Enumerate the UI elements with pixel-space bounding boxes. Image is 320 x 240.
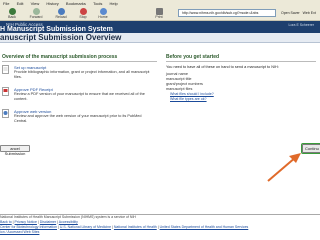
before-you-start-panel: Before you get started You need to have … — [166, 54, 316, 102]
continue-button[interactable]: Continu — [301, 143, 320, 154]
footer-accessed-sites-link[interactable]: ion / Accessed Web Sites — [0, 230, 320, 235]
step-description: Provide bibliographic information, grant… — [14, 70, 150, 79]
menu-file[interactable]: File — [0, 1, 12, 6]
address-bar[interactable]: http://www.nihms.nih.gov/db/sub.cgi?mode… — [178, 9, 276, 17]
before-you-start-heading: Before you get started — [166, 54, 316, 62]
web-ext-button[interactable]: Web Ext — [302, 11, 317, 15]
menu-tools[interactable]: Tools — [90, 1, 105, 6]
forward-arrow-icon — [32, 8, 40, 15]
help-link-file-types[interactable]: What file types are ok? — [166, 97, 316, 102]
printer-icon — [155, 8, 163, 15]
cancel-submission-button[interactable]: ancel Submission — [0, 145, 30, 156]
page-footer: National Institutes of Health Manuscript… — [0, 215, 320, 235]
footer-link-accessibility[interactable]: Accessibility — [59, 220, 78, 224]
reload-icon — [57, 8, 65, 15]
menu-edit[interactable]: Edit — [14, 1, 27, 6]
stop-button[interactable]: Stop — [74, 8, 92, 20]
footer-link-privacy[interactable]: Privacy Notice — [15, 220, 37, 224]
stop-icon — [79, 8, 87, 15]
footer-link-nlm[interactable]: U.S. National Library of Medicine — [60, 225, 111, 229]
requirements-intro: You need to have all of these on hand to… — [166, 65, 279, 69]
footer-link-ncbi[interactable]: Center for Biotechnology Information — [0, 225, 57, 229]
nih-banner: NIH Public Access H Manuscript Submissio… — [0, 21, 320, 33]
footer-link-disclaimer[interactable]: Disclaimer — [40, 220, 56, 224]
page-title-bar: anuscript Submission Overview — [0, 33, 320, 43]
menu-view[interactable]: View — [28, 1, 43, 6]
step-description: Review a PDF version of your manuscript … — [14, 92, 145, 101]
footer-link-hhs[interactable]: United States Department of Health and H… — [160, 225, 249, 229]
home-icon — [99, 8, 107, 15]
back-button[interactable]: Back — [2, 8, 22, 20]
home-button[interactable]: Home — [94, 8, 112, 20]
browser-toolbar: Back Forward Reload Stop Home Print http… — [0, 7, 320, 21]
open-saver-button[interactable]: Open Saver — [280, 11, 301, 15]
back-arrow-icon — [8, 8, 16, 15]
menu-history[interactable]: History — [43, 1, 61, 6]
pdf-document-icon — [2, 87, 9, 96]
banner-title: H Manuscript Submission System — [0, 26, 113, 33]
menu-bookmarks[interactable]: Bookmarks — [63, 1, 89, 6]
step-description: Review and approve the web version of yo… — [14, 114, 142, 123]
page-title: anuscript Submission Overview — [0, 33, 122, 42]
step-set-up-manuscript: Set up manuscript Provide bibliographic … — [2, 65, 157, 87]
toolbar-right-buttons: Open Saver Web Ext — [280, 9, 320, 17]
forward-button[interactable]: Forward — [24, 8, 48, 20]
process-overview-heading: Overview of the manuscript submission pr… — [2, 54, 157, 62]
footer-link-back[interactable]: Back to — [0, 220, 12, 224]
step-approve-web: Approve web version Review and approve t… — [2, 109, 157, 131]
reload-button[interactable]: Reload — [50, 8, 72, 20]
web-document-icon — [2, 109, 9, 118]
menu-help[interactable]: Help — [107, 1, 121, 6]
logged-in-user[interactable]: Lora E Scheerer — [289, 23, 315, 27]
print-button[interactable]: Print — [150, 8, 168, 20]
step-approve-pdf: Approve PDF Receipt Review a PDF version… — [2, 87, 157, 109]
browser-menubar: File Edit View History Bookmarks Tools H… — [0, 0, 320, 7]
process-overview-panel: Overview of the manuscript submission pr… — [2, 54, 157, 131]
footer-link-nih[interactable]: National Institutes of Health — [114, 225, 157, 229]
document-icon — [2, 65, 9, 74]
